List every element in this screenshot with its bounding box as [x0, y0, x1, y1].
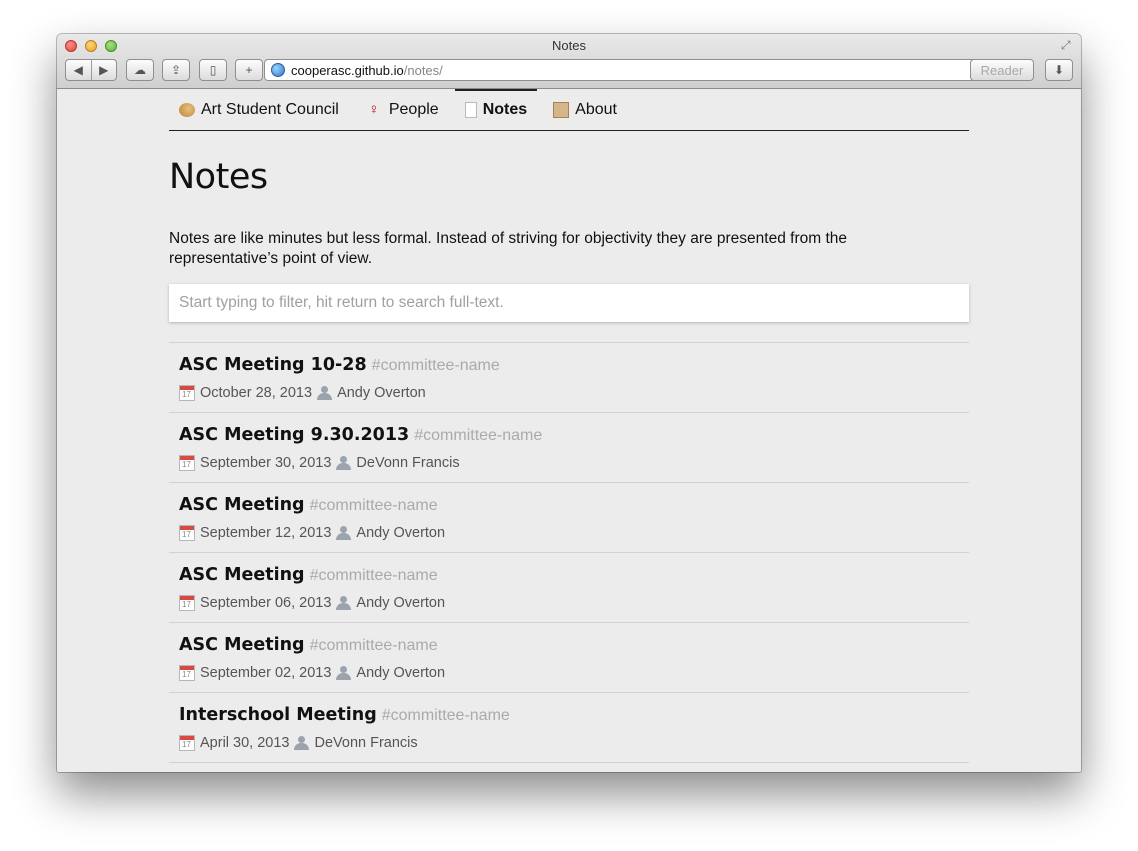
person-icon	[335, 526, 352, 540]
note-tag[interactable]: #committee-name	[372, 357, 500, 374]
url-host: cooperasc.github.io	[291, 62, 404, 78]
page-icon	[464, 101, 477, 118]
scroll-icon	[553, 101, 570, 118]
note-tag[interactable]: #committee-name	[310, 497, 438, 514]
note-author: Andy Overton	[337, 385, 426, 401]
globe-icon	[271, 63, 285, 77]
note-author: Andy Overton	[356, 665, 446, 681]
notes-list: ASC Meeting 10-28 #committee-name Octobe…	[169, 342, 969, 763]
site-nav: Art Student Council ♀ People Notes About	[169, 89, 969, 131]
calendar-icon	[179, 455, 195, 471]
note-link[interactable]: ASC Meeting	[179, 635, 305, 655]
page-container: Art Student Council ♀ People Notes About…	[169, 89, 969, 763]
list-item: ASC Meeting #committee-name September 02…	[169, 623, 969, 693]
person-icon	[316, 386, 333, 400]
list-item: ASC Meeting #committee-name September 06…	[169, 553, 969, 623]
note-date: September 30, 2013	[200, 455, 332, 471]
note-date: April 30, 2013	[200, 735, 290, 751]
cloud-icon: ☁	[134, 63, 146, 77]
note-title: ASC Meeting #committee-name	[179, 564, 438, 585]
forward-icon[interactable]: ▶	[92, 63, 117, 77]
note-meta: September 06, 2013 Andy Overton	[179, 595, 445, 611]
note-tag[interactable]: #committee-name	[310, 567, 438, 584]
note-author: DeVonn Francis	[314, 735, 418, 751]
dancer-icon: ♀	[368, 101, 380, 118]
address-bar[interactable]: cooperasc.github.io/notes/ ↻	[264, 59, 1000, 81]
nav-label: Notes	[482, 100, 528, 118]
palette-icon	[179, 102, 195, 117]
note-link[interactable]: ASC Meeting	[179, 495, 305, 515]
plus-icon: +	[245, 63, 253, 77]
back-icon[interactable]: ◀	[66, 63, 91, 77]
note-meta: September 02, 2013 Andy Overton	[179, 665, 445, 681]
sidebar-button[interactable]: ▯	[199, 59, 227, 81]
note-tag[interactable]: #committee-name	[414, 427, 542, 444]
note-title: ASC Meeting 9.30.2013 #committee-name	[179, 424, 542, 445]
note-link[interactable]: ASC Meeting 10-28	[179, 355, 367, 375]
list-item: Interschool Meeting #committee-name Apri…	[169, 693, 969, 763]
list-item: ASC Meeting #committee-name September 12…	[169, 483, 969, 553]
note-title: Interschool Meeting #committee-name	[179, 704, 510, 725]
calendar-icon	[179, 735, 195, 751]
nav-item-notes[interactable]: Notes	[454, 89, 538, 130]
share-button[interactable]: ⇪	[162, 59, 190, 81]
note-author: Andy Overton	[356, 525, 446, 541]
icloud-tabs-button[interactable]: ☁	[126, 59, 154, 81]
title-bar: Notes ⤢ ◀ ▶ ☁ ⇪ ▯ + cooperasc.github.io /…	[57, 34, 1081, 89]
nav-item-about[interactable]: About	[543, 89, 627, 130]
note-author: DeVonn Francis	[356, 455, 460, 471]
note-date: September 12, 2013	[200, 525, 332, 541]
person-icon	[335, 596, 352, 610]
note-title: ASC Meeting 10-28 #committee-name	[179, 354, 500, 375]
url-path: /notes/	[403, 62, 443, 78]
person-icon	[335, 666, 352, 680]
sidebar-icon: ▯	[209, 63, 217, 77]
note-tag[interactable]: #committee-name	[310, 637, 438, 654]
note-meta: September 12, 2013 Andy Overton	[179, 525, 445, 541]
back-forward-buttons: ◀ ▶	[65, 59, 117, 81]
new-tab-button[interactable]: +	[235, 59, 263, 81]
reader-button[interactable]: Reader	[970, 59, 1034, 81]
calendar-icon	[179, 595, 195, 611]
calendar-icon	[179, 525, 195, 541]
person-icon	[335, 456, 352, 470]
page-content: Art Student Council ♀ People Notes About…	[57, 89, 1081, 772]
nav-label: Art Student Council	[201, 100, 339, 118]
note-title: ASC Meeting #committee-name	[179, 634, 438, 655]
note-date: September 02, 2013	[200, 665, 332, 681]
note-date: October 28, 2013	[200, 385, 313, 401]
nav-item-people[interactable]: ♀ People	[355, 89, 449, 130]
note-tag[interactable]: #committee-name	[382, 707, 510, 724]
list-item: ASC Meeting 10-28 #committee-name Octobe…	[169, 343, 969, 413]
window-title: Notes	[552, 38, 586, 53]
note-link[interactable]: Interschool Meeting	[179, 705, 377, 725]
note-link[interactable]: ASC Meeting	[179, 565, 305, 585]
nav-label: People	[388, 100, 439, 118]
calendar-icon	[179, 665, 195, 681]
note-meta: April 30, 2013 DeVonn Francis	[179, 735, 418, 751]
downloads-button[interactable]: ⬇	[1045, 59, 1073, 81]
page-title: Notes	[169, 157, 268, 197]
download-icon: ⬇	[1053, 63, 1065, 77]
note-title: ASC Meeting #committee-name	[179, 494, 438, 515]
calendar-icon	[179, 385, 195, 401]
note-meta: September 30, 2013 DeVonn Francis	[179, 455, 460, 471]
note-author: Andy Overton	[356, 595, 446, 611]
browser-window: Notes ⤢ ◀ ▶ ☁ ⇪ ▯ + cooperasc.github.io /…	[57, 34, 1081, 772]
list-item: ASC Meeting 9.30.2013 #committee-name Se…	[169, 413, 969, 483]
nav-label: About	[575, 100, 617, 118]
person-icon	[293, 736, 310, 750]
fullscreen-icon[interactable]: ⤢	[1061, 38, 1075, 52]
filter-input[interactable]	[169, 284, 969, 322]
note-link[interactable]: ASC Meeting 9.30.2013	[179, 425, 409, 445]
note-date: September 06, 2013	[200, 595, 332, 611]
note-meta: October 28, 2013 Andy Overton	[179, 385, 426, 401]
share-icon: ⇪	[170, 63, 182, 77]
page-intro: Notes are like minutes but less formal. …	[169, 230, 848, 267]
nav-item-art-student-council[interactable]: Art Student Council	[169, 89, 349, 130]
